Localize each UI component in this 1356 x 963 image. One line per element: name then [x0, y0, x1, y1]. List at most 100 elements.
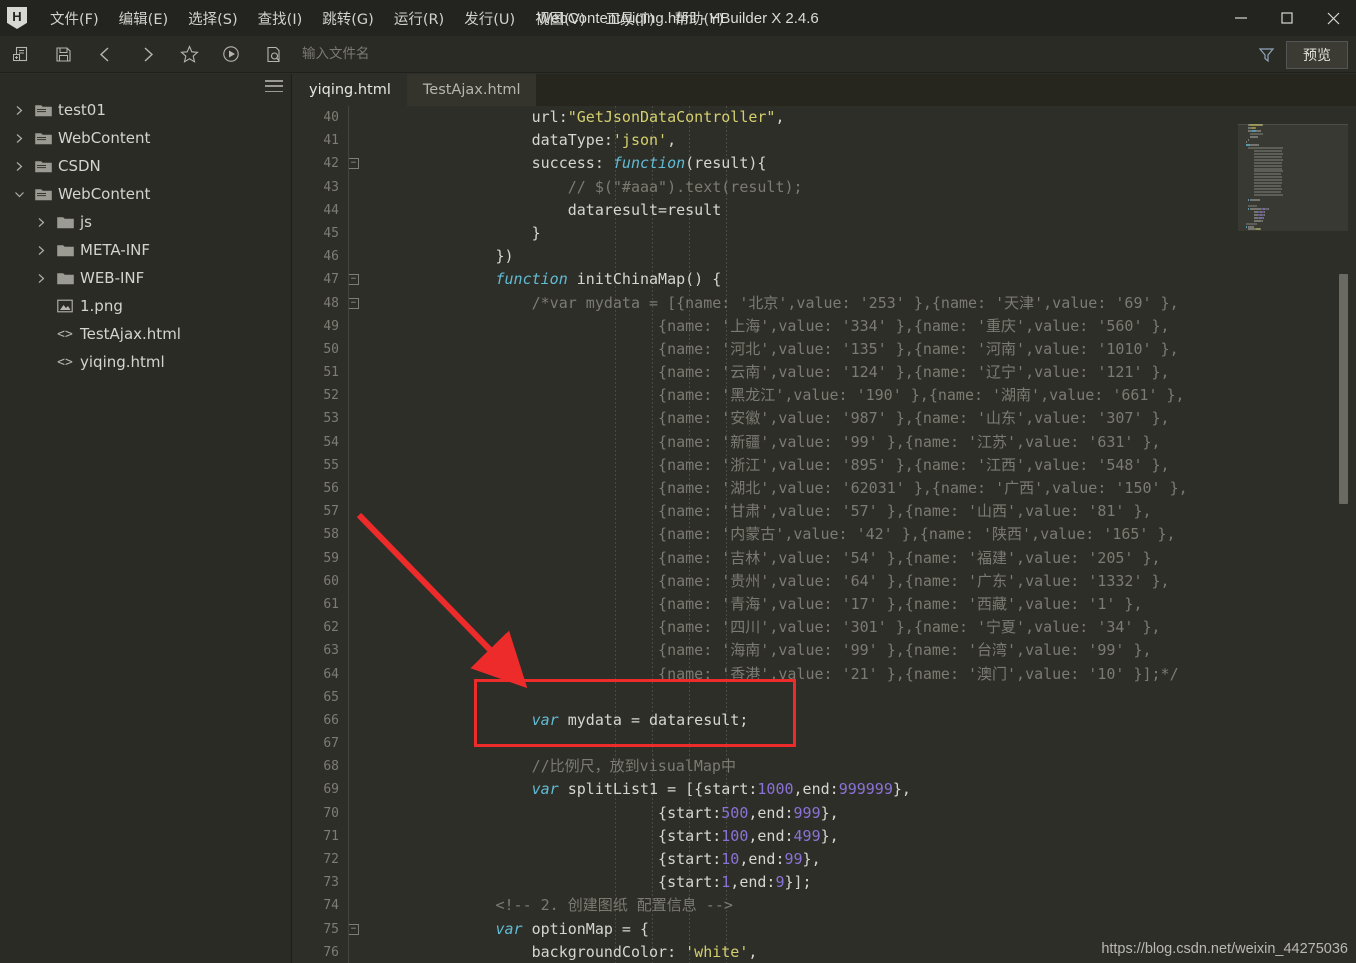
- run-icon[interactable]: [210, 39, 252, 69]
- line-number: 60: [323, 573, 339, 589]
- chevron-right-icon[interactable]: [30, 217, 52, 228]
- tree-item-label: WebContent: [58, 185, 151, 203]
- hbuilder-logo-icon: [7, 7, 27, 29]
- tree-item-yiqing-html[interactable]: <> yiqing.html: [0, 348, 291, 376]
- menu-help[interactable]: 帮助(Y): [665, 4, 734, 33]
- menu-goto[interactable]: 跳转(G): [312, 4, 384, 33]
- code-token-cmt: // $("#aaa").text(result);: [351, 177, 803, 196]
- editor-tab-TestAjax-html[interactable]: TestAjax.html: [406, 74, 537, 106]
- tree-item-testajax-html[interactable]: <> TestAjax.html: [0, 320, 291, 348]
- code-token-cmt: {name: '香港',value: '21' },{name: '澳门',va…: [351, 664, 1179, 683]
- minimap-viewport[interactable]: [1238, 124, 1348, 232]
- code-token-cmt: {name: '黑龙江',value: '190' },{name: '湖南',…: [351, 386, 1185, 405]
- save-icon[interactable]: [42, 39, 84, 69]
- tree-item-label: TestAjax.html: [80, 325, 181, 343]
- line-number: 68: [323, 759, 339, 775]
- chevron-down-icon[interactable]: [8, 190, 30, 199]
- code-token-num: 999: [793, 803, 821, 822]
- line-number: 56: [323, 481, 339, 496]
- tree-item-1-png[interactable]: 1.png: [0, 292, 291, 320]
- menu-publish[interactable]: 发行(U): [454, 4, 525, 33]
- code-token-plain: (result){: [685, 154, 767, 173]
- line-number: 65: [323, 689, 339, 705]
- code-token-plain: ,end:: [730, 873, 776, 892]
- line-number: 53: [323, 411, 339, 427]
- editor-tab-yiqing-html[interactable]: yiqing.html: [293, 74, 407, 106]
- code-token-cmt: {name: '河北',value: '135' },{name: '河南',v…: [351, 339, 1179, 358]
- chevron-right-icon[interactable]: [8, 133, 30, 144]
- menu-file[interactable]: 文件(F): [40, 4, 109, 33]
- source-code[interactable]: url:"GetJsonDataController", dataType:'j…: [351, 106, 1356, 963]
- line-number: 76: [323, 944, 339, 960]
- tree-item-meta-inf[interactable]: META-INF: [0, 236, 291, 264]
- menu-select[interactable]: 选择(S): [178, 4, 248, 33]
- code-file-icon: <>: [57, 354, 73, 370]
- close-button[interactable]: [1310, 0, 1356, 36]
- tree-item-webcontent[interactable]: WebContent: [0, 180, 291, 208]
- line-number: 67: [323, 736, 339, 752]
- code-token-plain: ,end:: [739, 850, 785, 868]
- menu-view[interactable]: 视图(V): [525, 4, 595, 33]
- line-number: 50: [323, 341, 339, 357]
- code-token-plain: success:: [351, 154, 613, 173]
- code-line: {name: '吉林',value: '54' },{name: '福建',va…: [351, 547, 1356, 570]
- file-search-icon[interactable]: [252, 39, 294, 69]
- code-token-str: 'json': [612, 131, 668, 150]
- chevron-right-icon[interactable]: [8, 161, 30, 172]
- code-token-plain: dataresult=result: [351, 200, 722, 219]
- code-token-plain: },: [820, 803, 839, 822]
- tree-item-label: yiqing.html: [80, 353, 165, 371]
- line-number: 45: [323, 225, 339, 241]
- project-sidebar: test01 WebContent CSDN WebContent js META-INF…: [0, 74, 292, 963]
- menu-hamburger-icon[interactable]: [265, 78, 283, 94]
- tree-item-web-inf[interactable]: WEB-INF: [0, 264, 291, 292]
- minimize-button[interactable]: [1218, 0, 1264, 36]
- code-token-plain: ,end:: [748, 826, 794, 845]
- code-viewport[interactable]: 40 41 42− 43 44 45 46 47−48− 49 50 51 52 53 54 55 56 57 5…: [293, 106, 1356, 963]
- code-line: {start:500,end:999},: [351, 802, 1356, 825]
- code-minimap[interactable]: [1238, 106, 1348, 963]
- code-token-cmt: {name: '贵州',value: '64' },{name: '广东',va…: [351, 571, 1170, 590]
- code-token-kw: var: [531, 710, 559, 729]
- chevron-right-icon[interactable]: [8, 105, 30, 116]
- code-token-plain: }];: [784, 873, 812, 892]
- file-name-input[interactable]: [300, 41, 520, 67]
- image-icon: [52, 299, 78, 313]
- code-token-num: 10: [721, 850, 740, 868]
- new-file-icon[interactable]: [0, 39, 42, 69]
- preview-button[interactable]: 预览: [1286, 40, 1348, 69]
- folder-icon: [52, 215, 78, 229]
- code-token-str: 'white': [685, 942, 749, 961]
- code-line: /*var mydata = [{name: '北京',value: '253'…: [351, 292, 1356, 315]
- editor-scrollbar-thumb[interactable]: [1339, 274, 1348, 504]
- chevron-right-icon[interactable]: [30, 273, 52, 284]
- tree-item-js[interactable]: js: [0, 208, 291, 236]
- tree-item-csdn[interactable]: CSDN: [0, 152, 291, 180]
- line-number: 46: [323, 249, 339, 265]
- menu-find[interactable]: 查找(I): [248, 4, 313, 33]
- filter-icon[interactable]: [1246, 40, 1286, 70]
- tree-item-webcontent[interactable]: WebContent: [0, 124, 291, 152]
- code-token-cmt: <!-- 2. 创建图纸 配置信息 -->: [351, 896, 733, 915]
- maximize-button[interactable]: [1264, 0, 1310, 36]
- forward-icon[interactable]: [126, 39, 168, 69]
- code-line: {name: '安徽',value: '987' },{name: '山东',v…: [351, 407, 1356, 430]
- code-line: {name: '湖北',value: '62031' },{name: '广西'…: [351, 477, 1356, 500]
- code-line: {name: '内蒙古',value: '42' },{name: '陕西',v…: [351, 523, 1356, 546]
- code-token-plain: mydata = dataresult;: [558, 710, 749, 729]
- menu-edit[interactable]: 编辑(E): [109, 4, 178, 33]
- code-token-plain: url:: [351, 108, 568, 126]
- back-icon[interactable]: [84, 39, 126, 69]
- menu-tools[interactable]: 工具(T): [595, 4, 664, 33]
- favorite-icon[interactable]: [168, 39, 210, 69]
- code-token-plain: backgroundColor:: [351, 942, 686, 961]
- chevron-right-icon[interactable]: [30, 245, 52, 256]
- code-line: var splitList1 = [{start:1000,end:999999…: [351, 778, 1356, 801]
- tree-item-test01[interactable]: test01: [0, 96, 291, 124]
- code-line: success: function(result){: [351, 152, 1356, 175]
- line-number: 55: [323, 457, 339, 473]
- code-line: {name: '云南',value: '124' },{name: '辽宁',v…: [351, 361, 1356, 384]
- menu-run[interactable]: 运行(R): [384, 4, 454, 33]
